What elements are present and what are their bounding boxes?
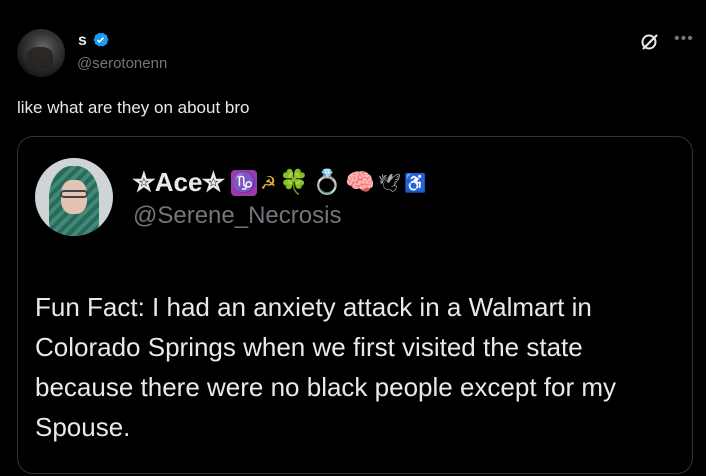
quoted-author-handle[interactable]: @Serene_Necrosis xyxy=(133,202,341,230)
author-handle[interactable]: @serotonenn xyxy=(77,55,167,72)
quoted-author-avatar[interactable] xyxy=(35,158,113,236)
quoted-post-text: Fun Fact: I had an anxiety attack in a W… xyxy=(35,292,617,442)
bird-emoji: 🕊 xyxy=(378,172,401,193)
grok-icon[interactable] xyxy=(640,32,660,52)
more-icon[interactable]: ••• xyxy=(674,31,694,47)
verified-badge-icon xyxy=(93,32,109,47)
author-name-row: s xyxy=(78,31,110,50)
capricorn-emoji: ♑ xyxy=(231,169,258,196)
author-avatar[interactable] xyxy=(17,29,65,77)
wheelchair-emoji: ♿ xyxy=(403,172,427,193)
quoted-post[interactable]: ✮Ace✮ ♑ ☭ 🍀 💍 🧠 🕊 ♿ @Serene_Necrosis Fun… xyxy=(17,136,693,474)
post-text: like what are they on about bro xyxy=(17,98,250,117)
quoted-name-row: ✮Ace✮ ♑ ☭ 🍀 💍 🧠 🕊 ♿ xyxy=(133,167,426,198)
author-name[interactable]: s xyxy=(78,32,87,50)
brain-emoji: 🧠 xyxy=(345,168,376,196)
hammer-sickle-emoji: ☭ xyxy=(260,172,277,193)
quoted-author-name[interactable]: ✮Ace✮ xyxy=(133,167,224,198)
ring-emoji: 💍 xyxy=(312,168,343,196)
clover-emoji: 🍀 xyxy=(279,168,310,196)
